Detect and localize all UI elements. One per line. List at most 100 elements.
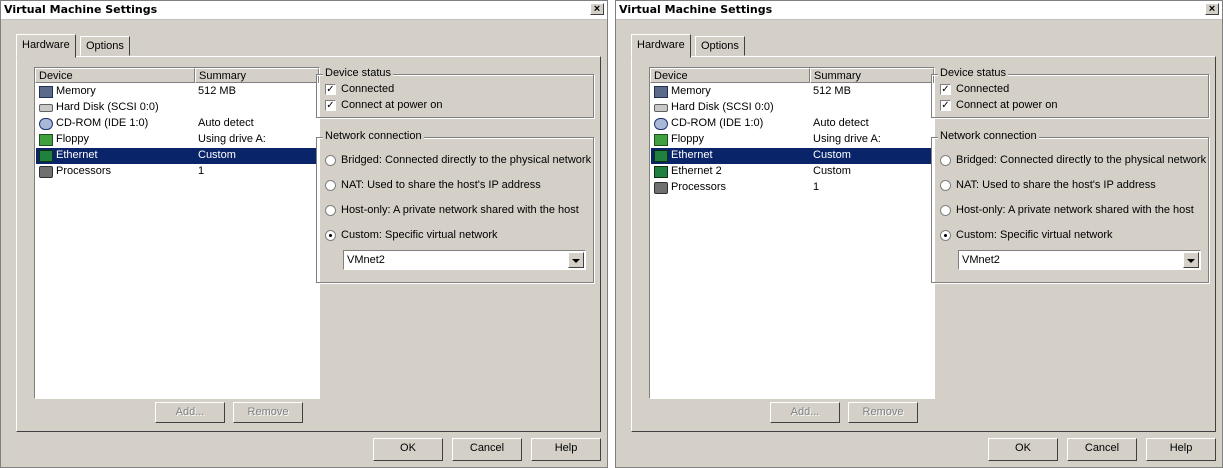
device-row-floppy[interactable]: Floppy Using drive A: <box>651 132 933 148</box>
radio-selected-dot <box>329 234 332 237</box>
checkbox-box[interactable]: ✓ <box>325 100 336 111</box>
checkbox-box[interactable]: ✓ <box>940 84 951 95</box>
ok-button[interactable]: OK <box>988 438 1058 461</box>
device-list[interactable]: Device Summary Memory 512 MB Hard Disk (… <box>649 67 935 399</box>
tab-hardware[interactable]: Hardware <box>16 34 76 58</box>
bridged-label: Bridged: Connected directly to the physi… <box>341 154 592 166</box>
device-name: Hard Disk (SCSI 0:0) <box>56 101 159 113</box>
title-bar: Virtual Machine Settings × <box>1 1 607 20</box>
device-row-processors[interactable]: Processors 1 <box>651 180 933 196</box>
host-only-label: Host-only: A private network shared with… <box>341 204 579 216</box>
device-summary: Auto detect <box>813 117 869 129</box>
add-device-button[interactable]: Add... <box>770 402 840 423</box>
device-row-processors[interactable]: Processors 1 <box>36 164 318 180</box>
device-name: CD-ROM (IDE 1:0) <box>671 117 764 129</box>
device-summary: 512 MB <box>813 85 851 97</box>
device-list[interactable]: Device Summary Memory 512 MB Hard Disk (… <box>34 67 320 399</box>
processor-icon <box>39 166 53 178</box>
vm-settings-dialog-1: Virtual Machine Settings × Hardware Opti… <box>0 0 608 468</box>
device-summary: Custom <box>198 149 236 161</box>
close-button[interactable]: × <box>1205 3 1219 15</box>
device-summary: 512 MB <box>198 85 236 97</box>
vmnet-select-value: VMnet2 <box>962 254 1000 266</box>
cancel-button[interactable]: Cancel <box>1067 438 1137 461</box>
checkbox-box[interactable]: ✓ <box>940 100 951 111</box>
device-row-ethernet[interactable]: Ethernet Custom <box>651 148 933 164</box>
radio-button[interactable] <box>325 155 336 166</box>
processor-icon <box>654 182 668 194</box>
chevron-down-icon <box>1187 259 1195 263</box>
device-row-cdrom[interactable]: CD-ROM (IDE 1:0) Auto detect <box>651 116 933 132</box>
vmnet-select[interactable]: VMnet2 <box>958 250 1201 270</box>
add-device-button[interactable]: Add... <box>155 402 225 423</box>
host-only-label: Host-only: A private network shared with… <box>956 204 1194 216</box>
device-summary: 1 <box>813 181 820 193</box>
column-header-device[interactable]: Device <box>650 68 810 83</box>
dropdown-button[interactable] <box>1183 252 1199 268</box>
device-status-title: Device status <box>938 67 1009 79</box>
radio-button[interactable] <box>940 205 951 216</box>
ethernet-icon <box>654 150 668 162</box>
radio-button[interactable] <box>940 230 951 241</box>
connected-label: Connected <box>956 83 1010 95</box>
device-name: Ethernet 2 <box>671 165 722 177</box>
remove-device-button[interactable]: Remove <box>848 402 918 423</box>
device-row-cdrom[interactable]: CD-ROM (IDE 1:0) Auto detect <box>36 116 318 132</box>
device-row-ethernet[interactable]: Ethernet Custom <box>36 148 318 164</box>
chevron-down-icon <box>572 259 580 263</box>
bridged-label: Bridged: Connected directly to the physi… <box>956 154 1207 166</box>
device-name: Hard Disk (SCSI 0:0) <box>671 101 774 113</box>
tab-hardware[interactable]: Hardware <box>631 34 691 58</box>
device-row-ethernet-2[interactable]: Ethernet 2 Custom <box>651 164 933 180</box>
radio-button[interactable] <box>325 180 336 191</box>
radio-button[interactable] <box>940 180 951 191</box>
title-bar: Virtual Machine Settings × <box>616 1 1222 20</box>
tab-options[interactable]: Options <box>80 36 130 56</box>
device-name: Processors <box>56 165 112 177</box>
vmnet-select-value: VMnet2 <box>347 254 385 266</box>
network-connection-group: Network connection Bridged: Connected di… <box>316 130 594 283</box>
network-connection-title: Network connection <box>938 130 1039 142</box>
device-summary: 1 <box>198 165 205 177</box>
tab-options[interactable]: Options <box>695 36 745 56</box>
checkbox-box[interactable]: ✓ <box>325 84 336 95</box>
dialog-title: Virtual Machine Settings <box>619 3 773 16</box>
device-name: Memory <box>56 85 96 97</box>
device-row-floppy[interactable]: Floppy Using drive A: <box>36 132 318 148</box>
close-button[interactable]: × <box>590 3 604 15</box>
network-connection-group: Network connection Bridged: Connected di… <box>931 130 1209 283</box>
device-summary: Custom <box>813 165 851 177</box>
column-header-summary[interactable]: Summary <box>810 68 934 83</box>
connect-at-power-on-label: Connect at power on <box>341 99 443 111</box>
device-name: CD-ROM (IDE 1:0) <box>56 117 149 129</box>
device-name: Floppy <box>56 133 90 145</box>
radio-button[interactable] <box>325 205 336 216</box>
cancel-button[interactable]: Cancel <box>452 438 522 461</box>
radio-button[interactable] <box>325 230 336 241</box>
cdrom-icon <box>39 118 53 130</box>
device-name: Memory <box>671 85 711 97</box>
custom-label: Custom: Specific virtual network <box>956 229 1113 241</box>
network-connection-title: Network connection <box>323 130 424 142</box>
device-summary: Auto detect <box>198 117 254 129</box>
cdrom-icon <box>654 118 668 130</box>
device-row-hard-disk[interactable]: Hard Disk (SCSI 0:0) <box>36 100 318 116</box>
device-row-memory[interactable]: Memory 512 MB <box>651 84 933 100</box>
device-name: Ethernet <box>56 149 98 161</box>
connect-at-power-on-label: Connect at power on <box>956 99 1058 111</box>
device-summary: Using drive A: <box>198 133 266 145</box>
column-header-summary[interactable]: Summary <box>195 68 319 83</box>
device-summary: Using drive A: <box>813 133 881 145</box>
dropdown-button[interactable] <box>568 252 584 268</box>
nat-label: NAT: Used to share the host's IP address <box>341 179 541 191</box>
device-summary: Custom <box>813 149 851 161</box>
column-header-device[interactable]: Device <box>35 68 195 83</box>
vmnet-select[interactable]: VMnet2 <box>343 250 586 270</box>
device-row-hard-disk[interactable]: Hard Disk (SCSI 0:0) <box>651 100 933 116</box>
help-button[interactable]: Help <box>531 438 601 461</box>
device-row-memory[interactable]: Memory 512 MB <box>36 84 318 100</box>
ok-button[interactable]: OK <box>373 438 443 461</box>
help-button[interactable]: Help <box>1146 438 1216 461</box>
remove-device-button[interactable]: Remove <box>233 402 303 423</box>
radio-button[interactable] <box>940 155 951 166</box>
